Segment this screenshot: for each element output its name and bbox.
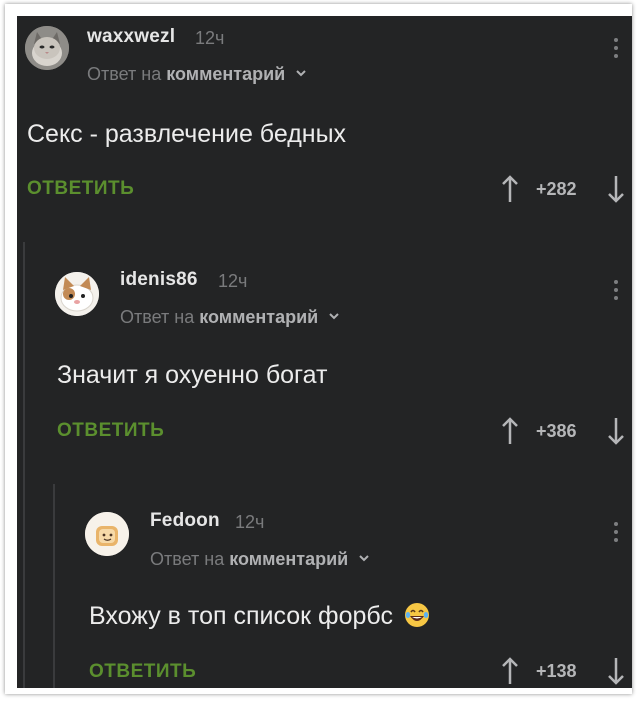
toast-avatar[interactable]	[85, 512, 129, 556]
screenshot-frame: waxxwezl 12ч Ответ на комментарий Секс -…	[5, 4, 632, 694]
reply-to-target: комментарий	[229, 549, 349, 569]
more-options-icon[interactable]	[613, 38, 619, 62]
comment-text: Значит я охуенно богат	[57, 361, 328, 389]
more-options-icon[interactable]	[613, 280, 619, 304]
vote-controls: +386	[482, 416, 632, 446]
comment-time: 12ч	[218, 271, 248, 291]
comment-username[interactable]: Fedoon	[150, 510, 220, 532]
downvote-arrow-icon[interactable]	[606, 656, 626, 686]
comment-text-row: Вхожу в топ список форбс	[89, 602, 430, 631]
vote-controls: +282	[482, 174, 632, 204]
cartoon-cat-avatar[interactable]	[55, 272, 99, 316]
comment-score: +138	[536, 661, 577, 681]
chevron-down-icon	[296, 70, 306, 77]
thread-line-level-1	[23, 242, 25, 688]
comment-username[interactable]: idenis86	[120, 269, 198, 291]
thread-line-level-2	[53, 484, 55, 688]
comment-time: 12ч	[195, 28, 225, 48]
comment-text: Вхожу в топ список форбс	[89, 602, 393, 630]
reply-to-prefix: Ответ на	[120, 307, 195, 327]
cat-avatar[interactable]	[25, 26, 69, 70]
comments-screen: waxxwezl 12ч Ответ на комментарий Секс -…	[17, 16, 632, 688]
reply-button[interactable]: ОТВЕТИТЬ	[89, 661, 196, 683]
reply-button[interactable]: ОТВЕТИТЬ	[57, 420, 164, 442]
reply-to-prefix: Ответ на	[150, 549, 225, 569]
chevron-down-icon	[359, 555, 369, 562]
laughing-tears-emoji-icon	[404, 603, 429, 627]
reply-to-target: комментарий	[166, 64, 286, 84]
downvote-arrow-icon[interactable]	[606, 416, 626, 446]
reply-to-link[interactable]: Ответ на комментарий	[87, 64, 306, 85]
reply-button[interactable]: ОТВЕТИТЬ	[27, 178, 134, 200]
reply-to-link[interactable]: Ответ на комментарий	[150, 549, 369, 570]
comment-username[interactable]: waxxwezl	[87, 26, 175, 48]
comment-time: 12ч	[235, 512, 265, 532]
reply-to-target: комментарий	[199, 307, 319, 327]
reply-to-prefix: Ответ на	[87, 64, 162, 84]
upvote-arrow-icon[interactable]	[500, 416, 520, 446]
upvote-arrow-icon[interactable]	[500, 174, 520, 204]
downvote-arrow-icon[interactable]	[606, 174, 626, 204]
comment-score: +282	[536, 179, 577, 199]
more-options-icon[interactable]	[613, 522, 619, 546]
upvote-arrow-icon[interactable]	[500, 656, 520, 686]
comment-text: Секс - развлечение бедных	[27, 120, 347, 148]
reply-to-link[interactable]: Ответ на комментарий	[120, 307, 339, 328]
chevron-down-icon	[329, 313, 339, 320]
comment-score: +386	[536, 421, 577, 441]
vote-controls: +138	[482, 656, 632, 686]
